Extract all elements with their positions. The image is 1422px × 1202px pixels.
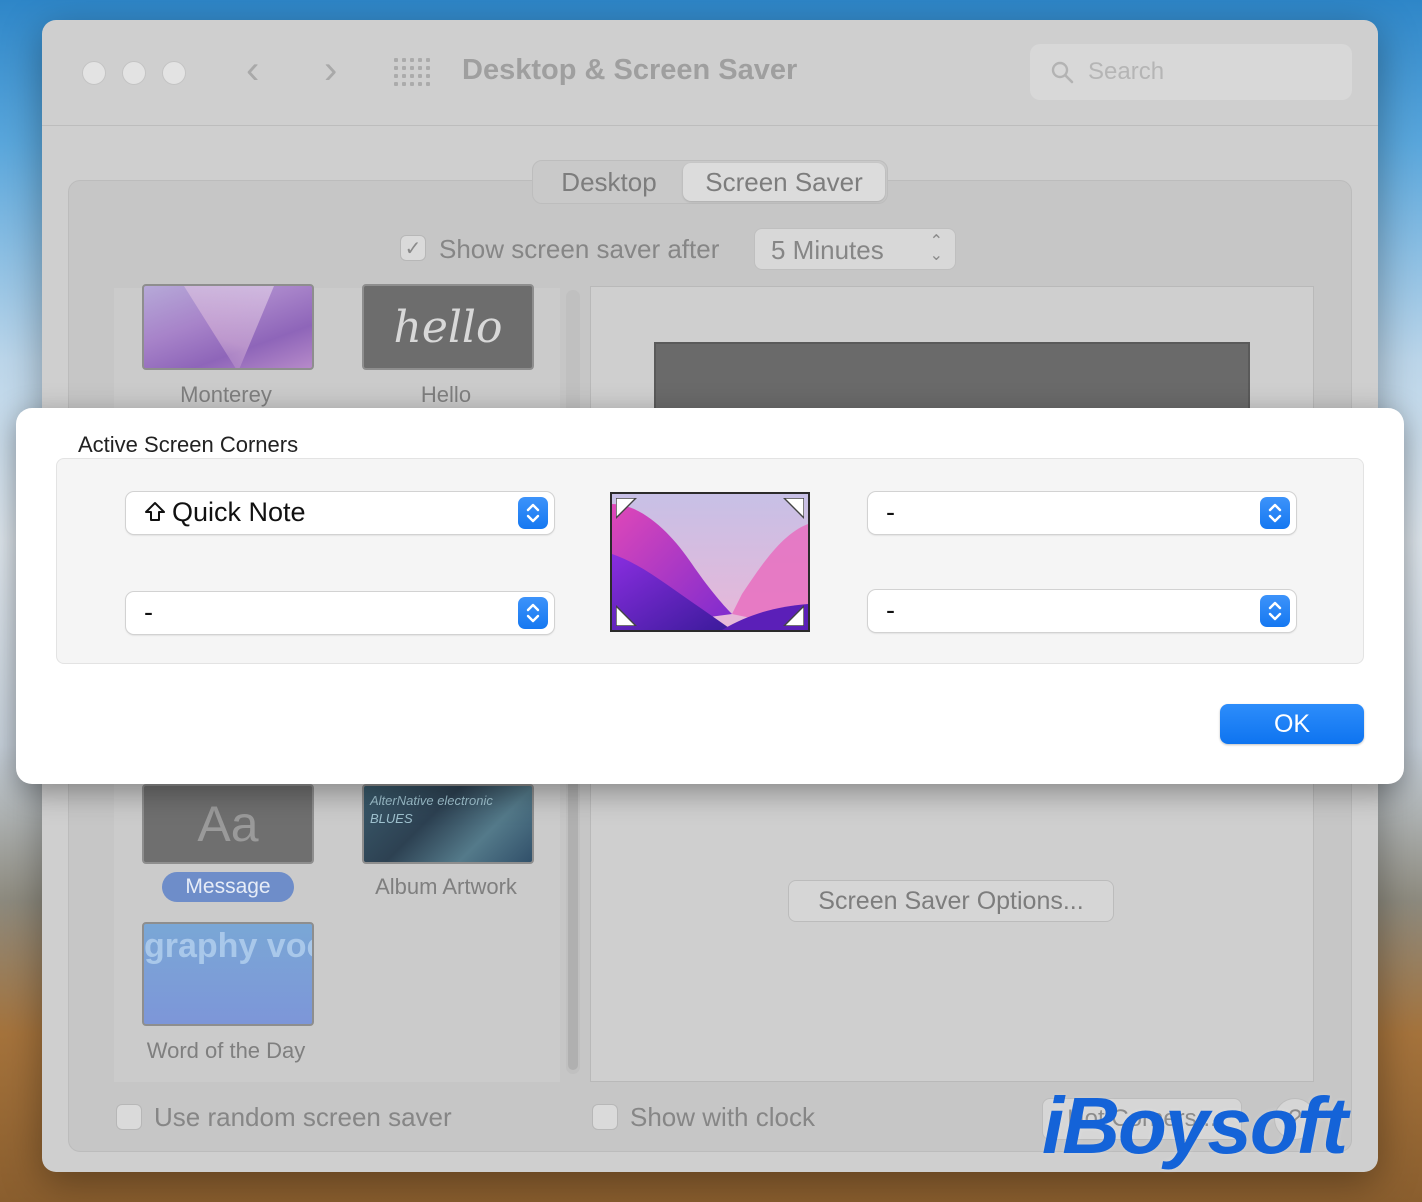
top-right-corner-popup[interactable]: - xyxy=(868,492,1296,534)
hello-art-text: hello xyxy=(393,301,503,353)
hello-label: Hello xyxy=(420,382,472,407)
up-down-chevron-icon xyxy=(1268,601,1282,621)
bottom-right-corner-icon xyxy=(783,605,804,626)
random-screen-saver-checkbox[interactable] xyxy=(116,1104,142,1130)
bottom-right-corner-value: - xyxy=(886,595,895,625)
top-right-corner-icon xyxy=(783,498,804,519)
scrollbar-thumb[interactable] xyxy=(568,770,578,1070)
search-field[interactable] xyxy=(1030,44,1352,100)
show-after-value: 5 Minutes xyxy=(771,235,884,265)
show-after-label: Show screen saver after xyxy=(439,234,720,264)
back-button[interactable]: ‹ xyxy=(246,50,259,90)
monterey-thumbnail[interactable] xyxy=(142,284,314,370)
word-art-text: graphy voca lexicog abulary xyxy=(144,927,312,965)
forward-button[interactable]: › xyxy=(324,50,337,90)
iboysoft-watermark: iBoysoft xyxy=(1042,1081,1348,1170)
up-down-chevron-icon xyxy=(526,503,540,523)
top-right-corner-value: - xyxy=(886,497,895,527)
search-input[interactable] xyxy=(1088,56,1338,88)
bottom-right-corner-popup[interactable]: - xyxy=(868,590,1296,632)
hello-thumbnail[interactable]: hello xyxy=(362,284,534,370)
show-after-checkbox[interactable]: ✓ xyxy=(400,235,426,261)
word-of-the-day-thumbnail[interactable]: graphy voca lexicog abulary xyxy=(142,922,314,1026)
album-art-text: AlterNative electronic BLUES xyxy=(370,793,493,826)
album-artwork-label: Album Artwork xyxy=(375,874,517,899)
bottom-right-stepper xyxy=(1260,595,1290,627)
show-with-clock-checkbox[interactable] xyxy=(592,1104,618,1130)
message-art-text: Aa xyxy=(197,796,259,852)
top-right-stepper xyxy=(1260,497,1290,529)
checkmark-icon: ✓ xyxy=(404,237,422,260)
up-down-chevron-icon: ⌃ ⌄ xyxy=(929,233,943,264)
show-all-grid-icon[interactable] xyxy=(394,58,432,88)
tab-screen-saver[interactable]: Screen Saver xyxy=(683,163,885,201)
active-screen-corners-sheet: Active Screen Corners Quick Note - - - O… xyxy=(16,408,1404,784)
bottom-left-corner-icon xyxy=(616,605,637,626)
bottom-left-corner-popup[interactable]: - xyxy=(126,592,554,634)
zoom-window-button[interactable] xyxy=(162,61,186,85)
title-bar: ‹ › Desktop & Screen Saver xyxy=(42,20,1378,126)
up-down-chevron-icon xyxy=(526,603,540,623)
window-title: Desktop & Screen Saver xyxy=(462,54,798,86)
show-with-clock-label: Show with clock xyxy=(630,1102,815,1132)
screen-saver-options-button[interactable]: Screen Saver Options... xyxy=(788,880,1114,922)
search-icon xyxy=(1051,61,1074,84)
corners-preview-image xyxy=(610,492,810,632)
shift-icon xyxy=(145,502,165,521)
show-after-popup[interactable]: 5 Minutes ⌃ ⌄ xyxy=(754,228,956,270)
album-artwork-thumbnail[interactable]: AlterNative electronic BLUES xyxy=(362,784,534,864)
message-label-selected: Message xyxy=(162,872,294,902)
sheet-title: Active Screen Corners xyxy=(78,432,299,457)
up-down-chevron-icon xyxy=(1268,503,1282,523)
top-left-corner-value: Quick Note xyxy=(144,497,306,528)
ok-button[interactable]: OK xyxy=(1220,704,1364,744)
monterey-label: Monterey xyxy=(180,382,272,407)
tab-control: Desktop Screen Saver xyxy=(532,160,888,204)
monterey-wallpaper xyxy=(612,494,808,630)
close-window-button[interactable] xyxy=(82,61,106,85)
top-left-corner-icon xyxy=(616,498,637,519)
bottom-left-stepper xyxy=(518,597,548,629)
message-thumbnail[interactable]: Aa xyxy=(142,784,314,864)
top-left-stepper xyxy=(518,497,548,529)
tab-desktop[interactable]: Desktop xyxy=(537,163,681,201)
bottom-left-corner-value: - xyxy=(144,597,153,627)
top-left-corner-popup[interactable]: Quick Note xyxy=(126,492,554,534)
minimize-window-button[interactable] xyxy=(122,61,146,85)
random-screen-saver-label: Use random screen saver xyxy=(154,1102,452,1132)
word-of-the-day-label: Word of the Day xyxy=(146,1038,306,1063)
